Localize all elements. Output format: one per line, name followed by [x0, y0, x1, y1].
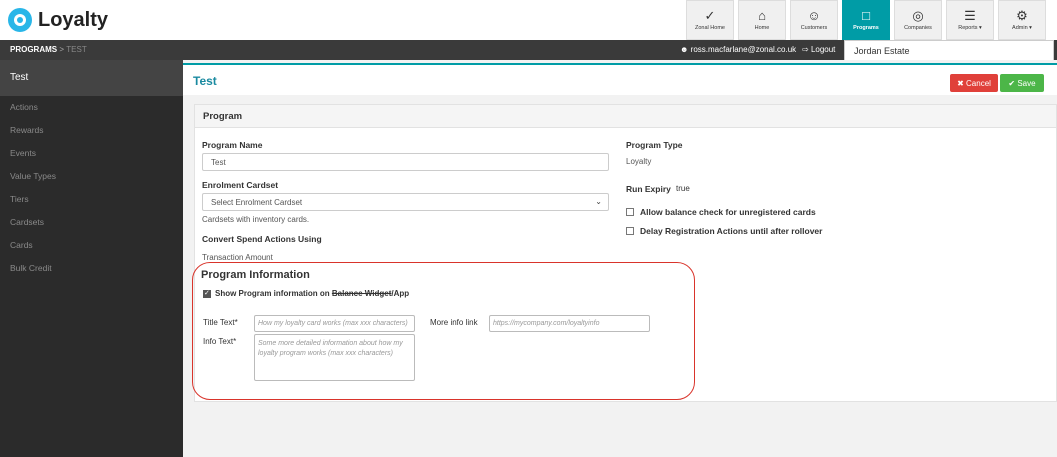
save-label: Save	[1017, 78, 1036, 88]
breadcrumb: PROGRAMS > TEST	[10, 45, 87, 54]
program-name-label: Program Name	[202, 140, 263, 150]
save-button[interactable]: ✔ Save	[1000, 74, 1044, 92]
panel-title: Program	[195, 105, 1056, 128]
loyalty-logo-icon	[8, 8, 32, 32]
balance-check-checkbox[interactable]	[626, 208, 634, 216]
breadcrumb-current: TEST	[66, 45, 87, 54]
breadcrumb-separator: >	[59, 45, 65, 54]
close-icon: ✖	[957, 78, 967, 88]
delay-registration-checkbox[interactable]	[626, 227, 634, 235]
nav-reports[interactable]: ☰ Reports ▾	[946, 0, 994, 40]
nav-label: Customers	[800, 25, 828, 31]
program-type-value: Loyalty	[626, 157, 652, 166]
delay-registration-label: Delay Registration Actions until after r…	[640, 226, 823, 236]
cancel-label: Cancel	[966, 78, 991, 88]
nav-zonal-home[interactable]: ✓ Zonal Home	[686, 0, 734, 40]
top-bar: Loyalty ✓ Zonal Home ⌂ Home ☺ Customers …	[0, 0, 1057, 40]
estate-selector[interactable]: Jordan Estate	[844, 40, 1054, 62]
balance-check-label: Allow balance check for unregistered car…	[640, 207, 816, 217]
companies-icon: ◎	[912, 8, 924, 23]
nav-admin[interactable]: ⚙ Admin ▾	[998, 0, 1046, 40]
page-title: Test	[193, 74, 217, 88]
sidebar-item-value-types[interactable]: Value Types	[0, 165, 183, 188]
nav-programs[interactable]: □ Programs	[842, 0, 890, 40]
home-icon: ⌂	[758, 8, 766, 23]
admin-icon: ⚙	[1016, 8, 1028, 23]
nav-label: Programs	[853, 25, 879, 31]
nav-label: Admin ▾	[1012, 25, 1032, 31]
nav-customers[interactable]: ☺ Customers	[790, 0, 838, 40]
sidebar-title: Test	[0, 60, 183, 96]
nav-label: Companies	[904, 25, 932, 31]
cancel-button[interactable]: ✖ Cancel	[950, 74, 998, 92]
chevron-down-icon: ⌄	[595, 197, 602, 206]
logout-link[interactable]: ⇨ Logout	[802, 45, 835, 54]
enrolment-cardset-label: Enrolment Cardset	[202, 180, 279, 190]
sidebar-item-rewards[interactable]: Rewards	[0, 119, 183, 142]
program-name-input[interactable]: Test	[202, 153, 609, 171]
sidebar-item-actions[interactable]: Actions	[0, 96, 183, 119]
logo[interactable]: Loyalty	[8, 8, 108, 32]
programs-icon: □	[862, 8, 870, 23]
convert-spend-value: Transaction Amount	[202, 253, 273, 262]
reports-icon: ☰	[964, 8, 976, 23]
nav-home[interactable]: ⌂ Home	[738, 0, 786, 40]
sidebar-item-events[interactable]: Events	[0, 142, 183, 165]
program-type-label: Program Type	[626, 140, 683, 150]
nav-label: Home	[754, 25, 770, 31]
logout-label: Logout	[810, 45, 836, 54]
user-account[interactable]: ☻ ross.macfarlane@zonal.co.uk	[680, 45, 796, 54]
convert-spend-label: Convert Spend Actions Using	[202, 234, 322, 244]
run-expiry-value: true	[676, 184, 690, 193]
user-email: ross.macfarlane@zonal.co.uk	[690, 45, 797, 54]
app-title: Loyalty	[38, 8, 109, 31]
customers-icon: ☺	[807, 8, 821, 23]
highlight-annotation	[192, 262, 695, 400]
nav-label: Zonal Home	[695, 25, 725, 31]
check-icon: ✔	[1008, 78, 1018, 88]
nav-companies[interactable]: ◎ Companies	[894, 0, 942, 40]
sidebar-item-tiers[interactable]: Tiers	[0, 188, 183, 211]
run-expiry-label: Run Expiry	[626, 184, 671, 194]
main-nav: ✓ Zonal Home ⌂ Home ☺ Customers □ Progra…	[686, 0, 1050, 40]
enrolment-cardset-select[interactable]: Select Enrolment Cardset ⌄	[202, 193, 609, 211]
user-icon: ☻	[680, 45, 689, 54]
sidebar-item-cardsets[interactable]: Cardsets	[0, 211, 183, 234]
sidebar: Test Actions Rewards Events Value Types …	[0, 60, 183, 457]
sidebar-item-cards[interactable]: Cards	[0, 234, 183, 257]
page-header: Test ✖ Cancel ✔ Save	[183, 63, 1057, 95]
nav-label: Reports ▾	[958, 25, 982, 31]
zonal-home-icon: ✓	[704, 8, 716, 23]
cardset-help-text: Cardsets with inventory cards.	[202, 215, 310, 224]
breadcrumb-programs[interactable]: PROGRAMS	[10, 45, 57, 54]
sidebar-item-bulk-credit[interactable]: Bulk Credit	[0, 257, 183, 280]
cardset-selected-value: Select Enrolment Cardset	[211, 198, 303, 207]
logout-icon: ⇨	[802, 45, 809, 54]
